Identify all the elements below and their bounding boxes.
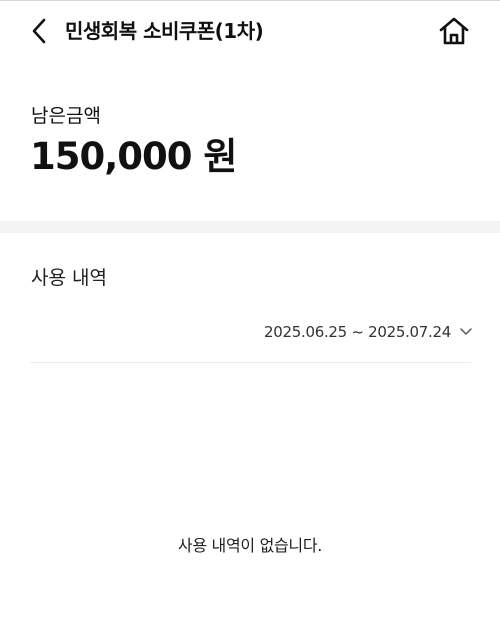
balance-amount: 150,000 원 — [30, 135, 237, 178]
empty-history-message: 사용 내역이 없습니다. — [177, 536, 323, 555]
section-divider — [0, 221, 500, 233]
page-title: 민생회복 소비쿠폰(1차) — [65, 19, 264, 43]
chevron-down-icon — [460, 326, 472, 338]
balance-label: 남은금액 — [31, 105, 101, 127]
chevron-left-icon — [32, 18, 46, 44]
list-separator — [30, 362, 471, 363]
home-icon — [439, 17, 469, 45]
date-range-selector[interactable]: 2025.06.25 ~ 2025.07.24 — [264, 320, 472, 344]
history-title: 사용 내역 — [31, 267, 107, 289]
home-button[interactable] — [436, 14, 472, 48]
date-range-text: 2025.06.25 ~ 2025.07.24 — [264, 323, 451, 341]
app-header: 민생회복 소비쿠폰(1차) — [0, 0, 500, 62]
back-button[interactable] — [26, 17, 52, 45]
